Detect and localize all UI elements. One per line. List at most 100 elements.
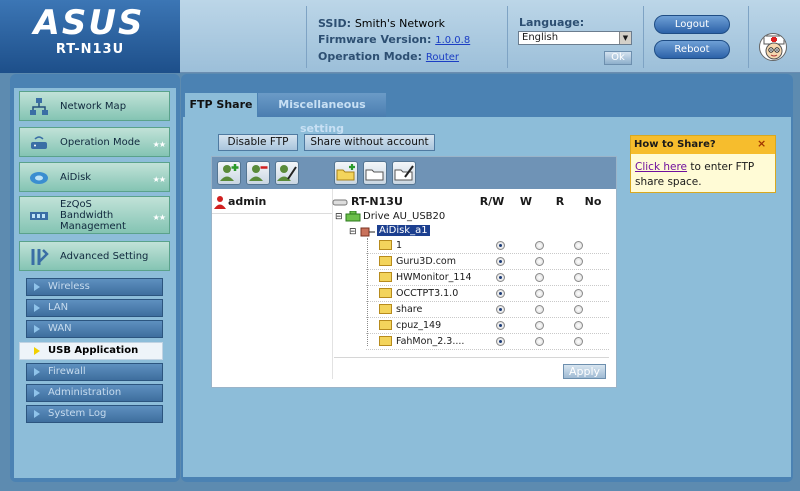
folder-name[interactable]: FahMon_2.3.... <box>396 336 464 347</box>
sidebar-subitem-wireless[interactable]: Wireless <box>26 278 163 296</box>
sidebar-subitem-usb-application[interactable]: USB Application <box>19 342 163 360</box>
folder-name[interactable]: HWMonitor_114 <box>396 272 472 283</box>
permission-r-radio[interactable] <box>574 289 583 298</box>
tab-ftp-share[interactable]: FTP Share <box>185 93 257 117</box>
header-divider <box>643 6 644 68</box>
disable-ftp-button[interactable]: Disable FTP <box>218 134 298 151</box>
tree-router-name: RT-N13U <box>351 195 403 208</box>
folder-name[interactable]: share <box>396 304 422 315</box>
sidebar-subitem-wan[interactable]: WAN <box>26 320 163 338</box>
permission-rw-radio[interactable] <box>496 337 505 346</box>
sidebar-subitem-label: Firewall <box>48 366 86 377</box>
sparkle-icon: ★★ <box>152 213 166 222</box>
folder-icon <box>379 288 392 298</box>
help-body: Click here to enter FTP share space. <box>635 160 773 190</box>
triangle-right-icon <box>34 410 40 418</box>
sidebar-item-network-map[interactable]: Network Map <box>19 91 170 121</box>
language-selected-value: English <box>522 32 559 43</box>
collapse-icon[interactable]: ⊟ <box>335 212 343 222</box>
drive-icon <box>345 210 361 226</box>
reboot-button[interactable]: Reboot <box>654 40 730 59</box>
permission-r-radio[interactable] <box>574 273 583 282</box>
user-admin[interactable]: admin <box>228 195 266 208</box>
permission-w-radio[interactable] <box>535 321 544 330</box>
sidebar-subitem-lan[interactable]: LAN <box>26 299 163 317</box>
permission-w-radio[interactable] <box>535 337 544 346</box>
model-name: RT-N13U <box>55 42 125 57</box>
permission-rw-radio[interactable] <box>496 289 505 298</box>
collapse-icon[interactable]: ⊟ <box>349 227 357 237</box>
chevron-down-icon[interactable]: ▼ <box>619 32 631 44</box>
sidebar-item-label: AiDisk <box>60 172 92 183</box>
doctor-avatar-icon[interactable] <box>759 33 787 61</box>
sidebar-item-label: Network Map <box>60 101 127 112</box>
close-icon[interactable]: × <box>757 137 766 150</box>
header-divider <box>306 6 307 68</box>
rename-folder-icon[interactable] <box>392 161 416 185</box>
ssid-info: SSID: Smith's Network <box>318 17 445 30</box>
folder-name[interactable]: Guru3D.com <box>396 256 456 267</box>
user-icon <box>214 195 226 212</box>
sidebar-item-operation-mode[interactable]: Operation Mode ★★ <box>19 127 170 157</box>
sidebar-subitem-firewall[interactable]: Firewall <box>26 363 163 381</box>
share-without-account-button[interactable]: Share without account <box>304 134 435 151</box>
firmware-link[interactable]: 1.0.0.8 <box>435 35 470 46</box>
apply-button[interactable]: Apply <box>563 364 606 379</box>
permission-rw-radio[interactable] <box>496 273 505 282</box>
folder-name[interactable]: 1 <box>396 240 402 251</box>
folder-name[interactable]: OCCTPT3.1.0 <box>396 288 458 299</box>
permission-r-radio[interactable] <box>574 321 583 330</box>
divider <box>332 189 333 379</box>
add-folder-icon[interactable] <box>334 161 358 185</box>
language-ok-button[interactable]: Ok <box>604 51 632 65</box>
tree-disk-selected[interactable]: AiDisk_a1 <box>377 225 430 236</box>
sidebar-item-advanced-setting[interactable]: Advanced Setting <box>19 241 170 271</box>
permission-w-radio[interactable] <box>535 273 544 282</box>
network-map-icon <box>29 97 49 117</box>
header-divider <box>507 6 508 68</box>
help-link[interactable]: Click here <box>635 161 687 173</box>
column-header-rw: R/W <box>479 195 505 208</box>
permission-r-radio[interactable] <box>574 241 583 250</box>
tree-drive-name[interactable]: Drive AU_USB20 <box>363 211 445 222</box>
permission-rw-radio[interactable] <box>496 241 505 250</box>
sidebar-subitem-label: WAN <box>48 323 72 334</box>
permission-w-radio[interactable] <box>535 305 544 314</box>
operation-mode-link[interactable]: Router <box>426 52 459 63</box>
permission-r-radio[interactable] <box>574 305 583 314</box>
aidisk-icon <box>29 168 49 188</box>
table-row: Guru3D.com <box>366 254 609 270</box>
language-select[interactable]: English ▼ <box>518 31 632 45</box>
triangle-right-icon <box>34 347 40 355</box>
divider <box>212 213 332 214</box>
delete-folder-icon[interactable] <box>363 161 387 185</box>
folder-icon <box>379 304 392 314</box>
permission-rw-radio[interactable] <box>496 305 505 314</box>
permission-rw-radio[interactable] <box>496 257 505 266</box>
add-user-icon[interactable] <box>217 161 241 185</box>
edit-user-icon[interactable] <box>275 161 299 185</box>
column-header-r: R <box>555 195 565 208</box>
folder-name[interactable]: cpuz_149 <box>396 320 441 331</box>
sidebar-item-label: EzQoS Bandwidth Management <box>60 199 126 232</box>
remove-user-icon[interactable] <box>246 161 270 185</box>
sidebar-subitem-system-log[interactable]: System Log <box>26 405 163 423</box>
permission-r-radio[interactable] <box>574 337 583 346</box>
folder-icon <box>379 256 392 266</box>
permission-w-radio[interactable] <box>535 289 544 298</box>
sparkle-icon: ★★ <box>152 140 166 149</box>
logout-button[interactable]: Logout <box>654 15 730 34</box>
sidebar-item-label: Operation Mode <box>60 137 141 148</box>
sidebar-item-ezqos[interactable]: EzQoS Bandwidth Management ★★ <box>19 196 170 234</box>
sidebar-item-aidisk[interactable]: AiDisk ★★ <box>19 162 170 192</box>
table-row: HWMonitor_114 <box>366 270 609 286</box>
tab-miscellaneous-setting[interactable]: Miscellaneous setting <box>258 93 386 135</box>
router-icon <box>332 197 348 210</box>
sidebar-subitem-administration[interactable]: Administration <box>26 384 163 402</box>
table-row: 1 <box>366 238 609 254</box>
permission-r-radio[interactable] <box>574 257 583 266</box>
permission-rw-radio[interactable] <box>496 321 505 330</box>
firmware-info: Firmware Version: 1.0.0.8 <box>318 33 470 46</box>
permission-w-radio[interactable] <box>535 241 544 250</box>
permission-w-radio[interactable] <box>535 257 544 266</box>
